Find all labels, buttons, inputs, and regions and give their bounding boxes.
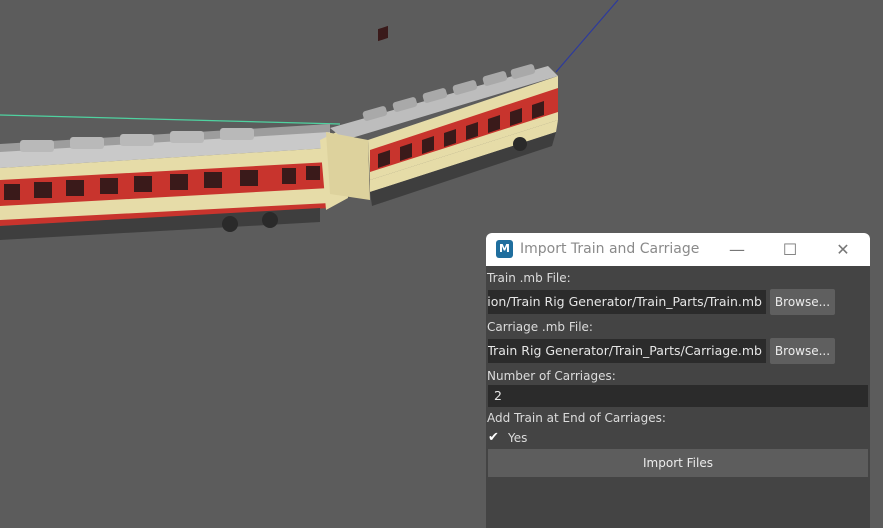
train-file-label: Train .mb File: [487, 271, 571, 285]
close-button[interactable]: ✕ [820, 233, 866, 266]
train-carriage-left [0, 124, 348, 240]
carriage-file-input[interactable]: \Train Rig Generator/Train_Parts/Carriag… [488, 339, 766, 363]
train-browse-button[interactable]: Browse... [770, 289, 835, 315]
dialog-titlebar[interactable]: M Import Train and Carriage — ☐ ✕ [486, 233, 870, 266]
maximize-icon: ☐ [782, 240, 798, 259]
import-dialog: M Import Train and Carriage — ☐ ✕ Train … [486, 233, 870, 528]
add-train-checkbox-label[interactable]: Yes [508, 431, 527, 445]
add-train-checkbox[interactable]: ✔ [488, 431, 502, 444]
minimize-icon: — [729, 240, 745, 259]
maya-icon: M [496, 240, 513, 258]
dialog-title: Import Train and Carriage [520, 241, 700, 257]
carriage-file-path: \Train Rig Generator/Train_Parts/Carriag… [488, 343, 762, 358]
close-icon: ✕ [836, 240, 850, 259]
num-carriages-input[interactable]: 2 [488, 385, 868, 407]
train-file-input[interactable]: tion/Train Rig Generator/Train_Parts/Tra… [488, 290, 766, 314]
num-carriages-label: Number of Carriages: [487, 369, 616, 383]
add-train-label: Add Train at End of Carriages: [487, 411, 666, 425]
carriage-browse-button[interactable]: Browse... [770, 338, 835, 364]
maximize-button[interactable]: ☐ [767, 233, 813, 266]
train-file-path: tion/Train Rig Generator/Train_Parts/Tra… [488, 294, 762, 309]
carriage-file-label: Carriage .mb File: [487, 320, 593, 334]
minimize-button[interactable]: — [714, 233, 760, 266]
import-files-button[interactable]: Import Files [488, 449, 868, 477]
